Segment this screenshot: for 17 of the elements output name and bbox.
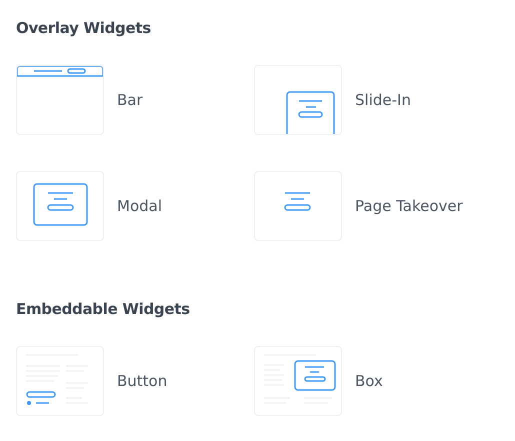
widget-label: Bar [117, 91, 143, 109]
widget-card[interactable] [254, 171, 342, 241]
widget-label: Box [355, 372, 383, 390]
takeover-layout-icon [284, 192, 312, 212]
widget-card[interactable] [16, 346, 104, 416]
widget-card[interactable] [16, 171, 104, 241]
section-title: Overlay Widgets [16, 18, 152, 38]
widget-label: Button [117, 372, 168, 390]
widget-card[interactable] [16, 65, 104, 135]
slide-in-layout-icon [286, 91, 337, 134]
widget-label: Page Takeover [355, 197, 463, 215]
widget-card[interactable] [254, 346, 342, 416]
widget-label: Slide-In [355, 91, 411, 109]
bar-layout-icon [17, 66, 103, 77]
widget-card[interactable] [254, 65, 342, 135]
widget-label: Modal [117, 197, 162, 215]
section-title: Embeddable Widgets [16, 299, 191, 319]
